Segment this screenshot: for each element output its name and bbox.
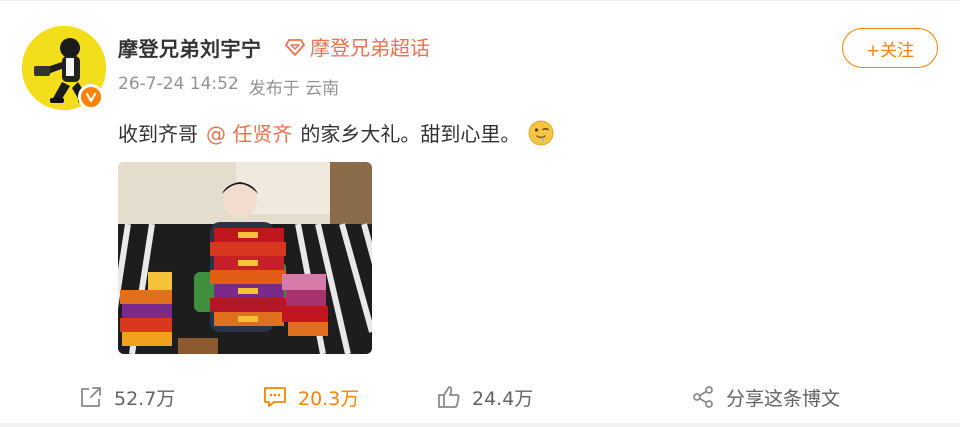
diamond-icon xyxy=(285,38,305,56)
like-count: 24.4万 xyxy=(472,387,534,410)
comment-icon xyxy=(264,387,286,407)
post-photo xyxy=(118,162,372,354)
repost-icon xyxy=(81,387,101,407)
action-bar: 52.7万 20.3万 24.4万 分享这条博文 xyxy=(0,380,960,414)
weibo-post-card: 摩登兄弟刘宇宁 摩登兄弟超话 26-7-24 14:52 发布于 云南 +关注 … xyxy=(0,0,960,427)
post-meta: 26-7-24 14:52 发布于 云南 xyxy=(118,74,339,99)
supertopic-label: 摩登兄弟超话 xyxy=(310,36,430,60)
post-image[interactable] xyxy=(118,162,372,354)
drooling-face-icon xyxy=(528,120,554,145)
share-label: 分享这条博文 xyxy=(726,387,841,410)
timestamp[interactable]: 26-7-24 14:52 xyxy=(118,74,239,99)
verified-badge-icon xyxy=(78,84,104,110)
post-text-after: 的家乡大礼。甜到心里。 xyxy=(300,122,521,146)
thumbs-up-icon xyxy=(438,386,460,408)
supertopic-link[interactable]: 摩登兄弟超话 xyxy=(284,32,430,61)
share-button[interactable]: 分享这条博文 xyxy=(690,380,840,414)
repost-button[interactable]: 52.7万 xyxy=(78,380,175,414)
comment-count: 20.3万 xyxy=(298,387,360,410)
divider xyxy=(0,0,960,1)
share-icon xyxy=(693,386,713,408)
username[interactable]: 摩登兄弟刘宇宁 xyxy=(118,33,262,62)
comment-button[interactable]: 20.3万 xyxy=(262,380,359,414)
post-source: 发布于 云南 xyxy=(248,79,340,99)
like-button[interactable]: 24.4万 xyxy=(436,380,533,414)
post-text-before: 收到齐哥 xyxy=(118,122,198,146)
post-text: 收到齐哥 @ 任贤齐 的家乡大礼。甜到心里。 xyxy=(118,118,554,147)
follow-button[interactable]: +关注 xyxy=(842,28,938,68)
divider xyxy=(0,423,960,427)
mention-link[interactable]: @ 任贤齐 xyxy=(206,118,292,147)
repost-count: 52.7万 xyxy=(114,387,176,410)
